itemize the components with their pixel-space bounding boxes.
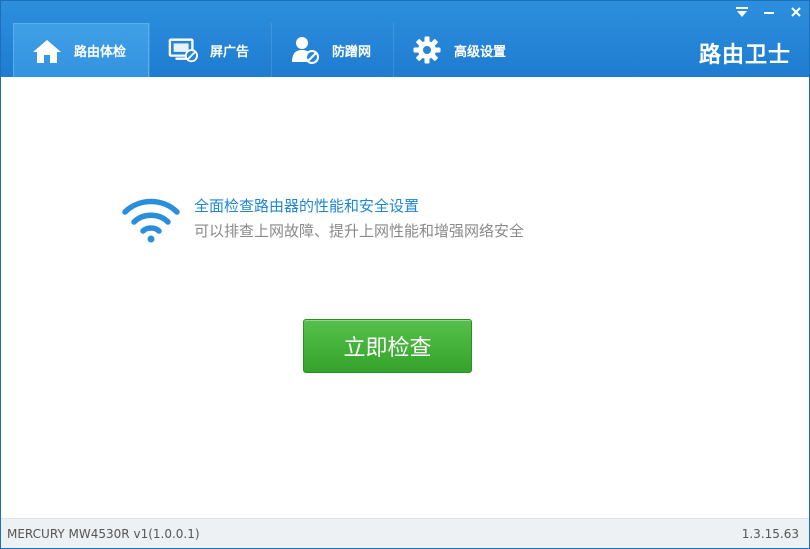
status-bar: MERCURY MW4530R v1(1.0.0.1) 1.3.15.63 bbox=[1, 518, 809, 548]
close-button[interactable] bbox=[782, 1, 809, 23]
tab-label: 屏广告 bbox=[210, 44, 250, 60]
brand-logo: 路由卫士 bbox=[698, 43, 791, 68]
header-bar: 路由体检 屏广告 防蹭网 高级设置 路由卫士 bbox=[1, 1, 809, 77]
tab-label: 路由体检 bbox=[74, 45, 127, 60]
app-window: 路由体检 屏广告 防蹭网 高级设置 路由卫士 全面检查路由器的性能和安全设置 可… bbox=[0, 0, 810, 549]
tab-label: 高级设置 bbox=[454, 44, 507, 60]
gear-icon bbox=[412, 35, 442, 65]
info-text: 全面检查路由器的性能和安全设置 可以排查上网故障、提升上网性能和增强网络安全 bbox=[194, 195, 524, 242]
check-now-button[interactable]: 立即检查 bbox=[303, 319, 472, 373]
screen-block-icon bbox=[168, 35, 199, 65]
tab-advanced-settings[interactable]: 高级设置 bbox=[394, 23, 528, 77]
user-block-icon bbox=[290, 35, 320, 65]
window-controls bbox=[728, 1, 809, 27]
tab-block-ads[interactable]: 屏广告 bbox=[150, 23, 271, 77]
close-icon bbox=[790, 7, 801, 17]
tab-router-checkup[interactable]: 路由体检 bbox=[13, 23, 150, 77]
menu-dropdown-icon bbox=[735, 7, 748, 17]
device-model: MERCURY MW4530R v1(1.0.0.1) bbox=[7, 526, 200, 541]
tab-anti-freeloading[interactable]: 防蹭网 bbox=[272, 23, 393, 77]
tab-label: 防蹭网 bbox=[332, 44, 372, 60]
wifi-icon bbox=[122, 198, 180, 243]
info-title: 全面检查路由器的性能和安全设置 bbox=[194, 197, 420, 215]
minimize-icon bbox=[763, 12, 774, 14]
main-content: 全面检查路由器的性能和安全设置 可以排查上网故障、提升上网性能和增强网络安全 立… bbox=[1, 77, 809, 518]
nav-tabs: 路由体检 屏广告 防蹭网 高级设置 bbox=[13, 23, 528, 77]
info-subtitle: 可以排查上网故障、提升上网性能和增强网络安全 bbox=[194, 222, 525, 240]
minimize-button[interactable] bbox=[755, 1, 782, 23]
checkup-info: 全面检查路由器的性能和安全设置 可以排查上网故障、提升上网性能和增强网络安全 bbox=[121, 195, 524, 245]
app-version: 1.3.15.63 bbox=[741, 526, 799, 541]
menu-dropdown-button[interactable] bbox=[728, 1, 755, 23]
home-icon bbox=[32, 36, 62, 66]
